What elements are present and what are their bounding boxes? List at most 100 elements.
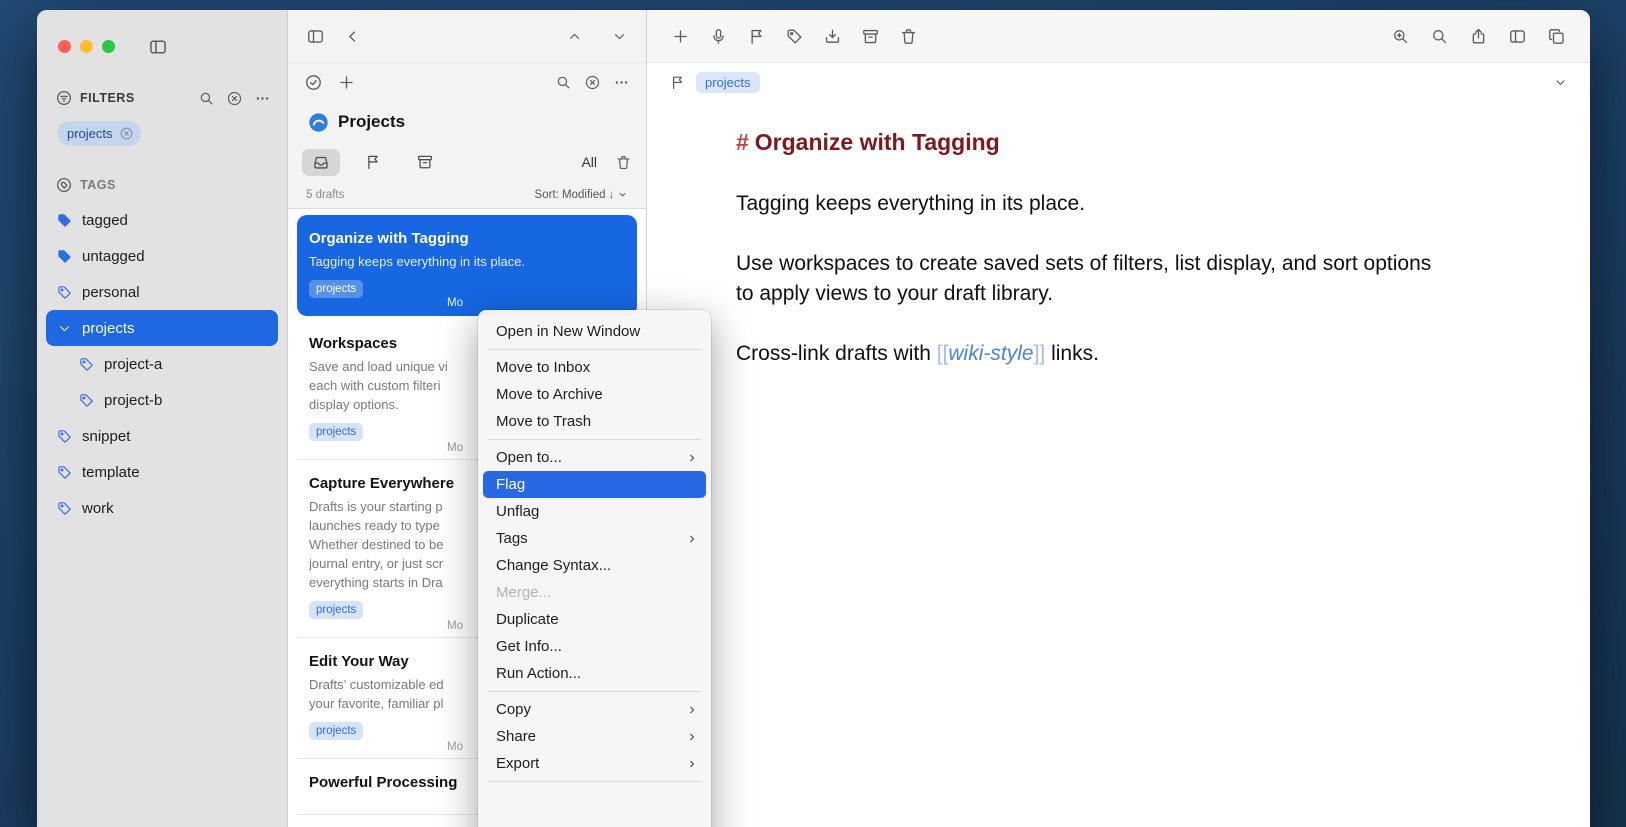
menu-item-duplicate[interactable]: Duplicate xyxy=(483,606,706,633)
more-button[interactable] xyxy=(254,90,271,107)
editor-content[interactable]: #Organize with Tagging Tagging keeps eve… xyxy=(647,101,1590,399)
flag-icon xyxy=(747,27,766,46)
menu-item-move-to-archive[interactable]: Move to Archive xyxy=(483,381,706,408)
plus-button[interactable] xyxy=(337,73,356,92)
list-actions-row xyxy=(288,63,646,101)
wiki-link-text[interactable]: wiki-style xyxy=(948,342,1033,365)
clear-circle-icon xyxy=(226,90,243,107)
clear-circle-button[interactable] xyxy=(226,90,243,107)
sidebar-tag-template[interactable]: template xyxy=(46,454,278,490)
sidebar-tag-personal[interactable]: personal xyxy=(46,274,278,310)
menu-item-copy[interactable]: Copy xyxy=(483,696,706,723)
flag-icon xyxy=(364,153,382,171)
copy-button[interactable] xyxy=(1547,27,1566,46)
menu-item-open-to[interactable]: Open to... xyxy=(483,444,706,471)
chevron-up-button[interactable] xyxy=(566,28,583,45)
menu-separator xyxy=(488,349,701,350)
mic-button[interactable] xyxy=(709,27,728,46)
more-button[interactable] xyxy=(613,74,630,91)
desktop: FILTERS projects TAGS taggeduntaggedpers… xyxy=(0,0,1626,827)
sidebar-tag-project-a[interactable]: project-a xyxy=(46,346,278,382)
sidebar-toggle-button[interactable] xyxy=(148,37,168,57)
panel-toggle-button[interactable] xyxy=(1508,27,1527,46)
markdown-hash: # xyxy=(736,129,749,155)
chevron-left-button[interactable] xyxy=(343,27,362,46)
menu-item-export[interactable]: Export xyxy=(483,750,706,777)
chevron-down-icon xyxy=(617,189,628,200)
search-button[interactable] xyxy=(198,90,215,107)
tag-label: work xyxy=(82,500,114,517)
menu-item-flag[interactable]: Flag xyxy=(483,471,706,498)
flag-button[interactable] xyxy=(747,27,766,46)
menu-item-open-in-new-window[interactable]: Open in New Window xyxy=(483,318,706,345)
sort-control[interactable]: Sort: Modified ↓ xyxy=(535,189,628,201)
inbox-icon xyxy=(312,153,330,171)
filters-header: FILTERS xyxy=(37,89,287,107)
menu-item-unflag[interactable]: Unflag xyxy=(483,498,706,525)
filters-actions xyxy=(198,90,271,107)
flag-icon[interactable] xyxy=(669,74,686,91)
submenu-chevron-icon xyxy=(686,758,698,770)
menu-item-change-syntax[interactable]: Change Syntax... xyxy=(483,552,706,579)
tag-label: template xyxy=(82,464,140,481)
wiki-link-paragraph: Cross-link drafts with [[wiki-style]] li… xyxy=(736,339,1436,369)
zoom-in-button[interactable] xyxy=(1391,27,1410,46)
mic-icon xyxy=(709,27,728,46)
tag-label: project-a xyxy=(104,356,162,373)
search-icon xyxy=(555,74,572,91)
sidebar-tag-tagged[interactable]: tagged xyxy=(46,202,278,238)
menu-item-label: Tags xyxy=(496,530,528,547)
menu-item-move-to-trash[interactable]: Move to Trash xyxy=(483,408,706,435)
filter-all-label[interactable]: All xyxy=(581,154,597,170)
panel-toggle-button[interactable] xyxy=(306,27,325,46)
sidebar-tag-work[interactable]: work xyxy=(46,490,278,526)
workspace-row[interactable]: Projects xyxy=(288,101,646,143)
flag-filter-tab[interactable] xyxy=(354,149,392,176)
remove-filter-icon[interactable] xyxy=(119,126,134,141)
share-button[interactable] xyxy=(1469,27,1488,46)
draft-count: 5 drafts xyxy=(306,189,344,201)
trash-filter-button[interactable] xyxy=(615,154,632,171)
sort-direction-arrow: ↓ xyxy=(609,189,615,201)
trash-button[interactable] xyxy=(899,27,918,46)
archive-button[interactable] xyxy=(861,27,880,46)
drafts-window: FILTERS projects TAGS taggeduntaggedpers… xyxy=(37,10,1590,827)
filter-circle-icon xyxy=(55,89,73,107)
menu-item-run-action[interactable]: Run Action... xyxy=(483,660,706,687)
tag-label: project-b xyxy=(104,392,162,409)
search-button[interactable] xyxy=(1430,27,1449,46)
filter-chip-projects[interactable]: projects xyxy=(57,121,141,146)
workspace-name: Projects xyxy=(338,112,405,132)
chevron-down-button[interactable] xyxy=(611,28,628,45)
chevron-down-icon[interactable] xyxy=(1553,75,1568,90)
sidebar-tag-snippet[interactable]: snippet xyxy=(46,418,278,454)
sidebar-tag-untagged[interactable]: untagged xyxy=(46,238,278,274)
menu-item-share[interactable]: Share xyxy=(483,723,706,750)
inbox-filter-tab[interactable] xyxy=(302,149,340,176)
tag-button[interactable] xyxy=(785,27,804,46)
clear-circle-button[interactable] xyxy=(584,74,601,91)
menu-item-label: Unflag xyxy=(496,503,539,520)
menu-item-get-info[interactable]: Get Info... xyxy=(483,633,706,660)
paragraph: Use workspaces to create saved sets of f… xyxy=(736,249,1436,309)
sidebar-tag-project-b[interactable]: project-b xyxy=(46,382,278,418)
plus-button[interactable] xyxy=(671,27,690,46)
search-button[interactable] xyxy=(555,74,572,91)
tag-circle-icon xyxy=(55,176,73,194)
chevron-down-icon xyxy=(617,189,628,200)
menu-item-tags[interactable]: Tags xyxy=(483,525,706,552)
draft-tag-chip[interactable]: projects xyxy=(696,72,760,93)
draft-card[interactable]: Organize with TaggingTagging keeps every… xyxy=(297,215,637,316)
menu-item-merge[interactable]: Merge... xyxy=(483,579,706,606)
archive-filter-tab[interactable] xyxy=(406,149,444,176)
plus-icon xyxy=(671,27,690,46)
draft-header: projects xyxy=(647,63,1590,101)
check-circle-button[interactable] xyxy=(304,73,323,92)
menu-item-label: Get Info... xyxy=(496,638,562,655)
zoom-window-button[interactable] xyxy=(102,40,115,53)
sidebar-tag-projects[interactable]: projects xyxy=(46,310,278,346)
minimize-button[interactable] xyxy=(80,40,93,53)
menu-item-move-to-inbox[interactable]: Move to Inbox xyxy=(483,354,706,381)
close-button[interactable] xyxy=(58,40,71,53)
tray-down-button[interactable] xyxy=(823,27,842,46)
